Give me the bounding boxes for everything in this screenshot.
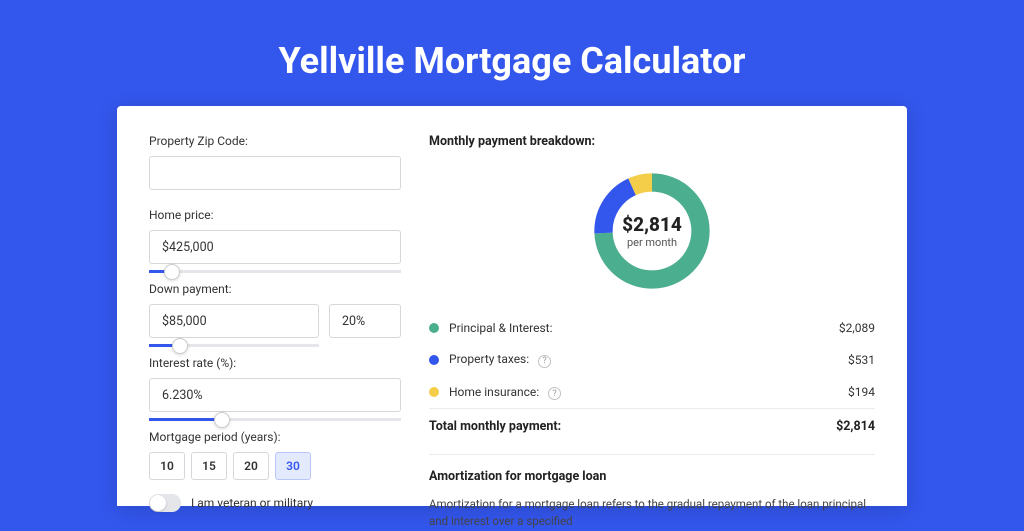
mortgage-period-field: Mortgage period (years): 10152030 [149,430,401,480]
down-payment-label: Down payment: [149,282,401,296]
legend-row: Principal & Interest:$2,089 [429,313,875,344]
zip-label: Property Zip Code: [149,134,401,148]
form-column: Property Zip Code: Home price: Down paym… [149,134,401,506]
period-button-10[interactable]: 10 [149,452,185,480]
down-payment-percent-input[interactable] [329,304,401,338]
zip-input[interactable] [149,156,401,190]
zip-field: Property Zip Code: [149,134,401,190]
help-icon[interactable]: ? [548,387,561,400]
legend-label: Property taxes: ? [449,352,848,368]
legend-value: $531 [848,353,875,367]
down-payment-field: Down payment: [149,282,401,338]
legend-dot [429,387,439,397]
legend-dot [429,355,439,365]
amortization-title: Amortization for mortgage loan [429,469,875,484]
breakdown-column: Monthly payment breakdown: $2,814 per mo… [429,134,875,506]
home-price-slider-thumb[interactable] [164,264,180,280]
interest-rate-slider[interactable] [149,418,401,421]
mortgage-period-buttons: 10152030 [149,452,401,480]
help-icon[interactable]: ? [538,355,551,368]
veteran-toggle[interactable] [149,494,181,512]
down-payment-amount-input[interactable] [149,304,319,338]
total-row: Total monthly payment: $2,814 [429,409,875,450]
period-button-15[interactable]: 15 [191,452,227,480]
down-payment-slider-thumb[interactable] [172,338,188,354]
legend-label: Home insurance: ? [449,385,848,401]
veteran-toggle-row: I am veteran or military [149,494,401,512]
donut-center: $2,814 per month [588,167,716,295]
donut-amount: $2,814 [622,213,682,236]
legend-value: $194 [848,385,875,399]
legend-row: Property taxes: ?$531 [429,344,875,377]
interest-rate-slider-fill [149,418,222,421]
down-payment-slider[interactable] [149,344,319,347]
interest-rate-field: Interest rate (%): [149,356,401,412]
home-price-slider[interactable] [149,270,401,273]
interest-rate-label: Interest rate (%): [149,356,401,370]
divider [429,454,875,455]
donut-chart: $2,814 per month [588,167,716,295]
mortgage-period-label: Mortgage period (years): [149,430,401,444]
breakdown-legend: Principal & Interest:$2,089Property taxe… [429,313,875,409]
home-price-field: Home price: [149,208,401,264]
interest-rate-input[interactable] [149,378,401,412]
home-price-input[interactable] [149,230,401,264]
legend-dot [429,323,439,333]
total-value: $2,814 [836,419,875,434]
veteran-toggle-label: I am veteran or military [191,496,313,510]
interest-rate-slider-thumb[interactable] [214,412,230,428]
page-title: Yellville Mortgage Calculator [0,40,1024,82]
donut-chart-wrap: $2,814 per month [429,167,875,295]
donut-sub: per month [627,236,677,249]
breakdown-title: Monthly payment breakdown: [429,134,875,149]
legend-value: $2,089 [839,321,875,335]
home-price-label: Home price: [149,208,401,222]
amortization-text: Amortization for a mortgage loan refers … [429,496,875,531]
period-button-20[interactable]: 20 [233,452,269,480]
hero: Yellville Mortgage Calculator [0,0,1024,106]
legend-label: Principal & Interest: [449,321,839,335]
calculator-card: Property Zip Code: Home price: Down paym… [117,106,907,506]
period-button-30[interactable]: 30 [275,452,311,480]
legend-row: Home insurance: ?$194 [429,377,875,409]
total-label: Total monthly payment: [429,419,836,434]
